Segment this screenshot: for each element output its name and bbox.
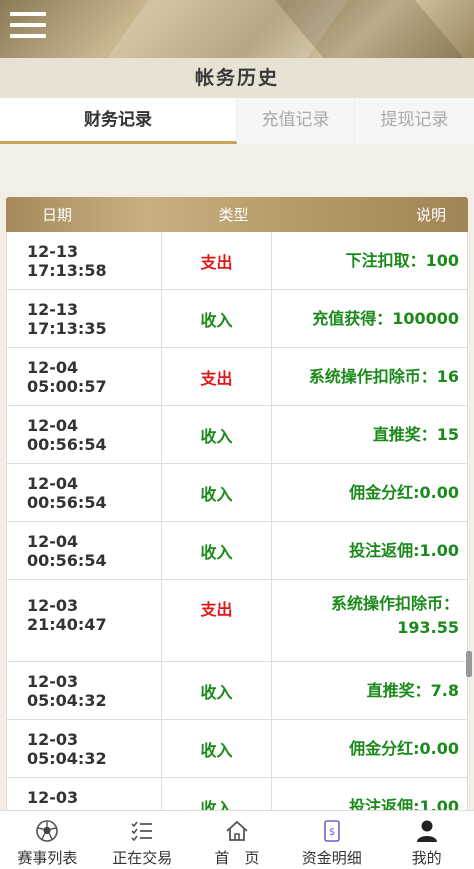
- table-row: 12-13 17:13:35 收入 充值获得：100000: [7, 290, 467, 348]
- nav-label: 我的: [411, 849, 442, 867]
- menu-icon[interactable]: [10, 12, 46, 44]
- record-type: 收入: [162, 464, 272, 521]
- nav-profile[interactable]: 我的: [379, 811, 474, 869]
- tab-recharge-records[interactable]: 充值记录: [237, 98, 355, 144]
- table-row: 12-04 00:56:54 收入 佣金分红:0.00: [7, 464, 467, 522]
- record-date: 12-04 00:56:54: [7, 464, 162, 521]
- tab-bar: 财务记录 充值记录 提现记录: [0, 98, 474, 144]
- record-description: 投注返佣:1.00: [349, 796, 459, 811]
- page-title: 帐务历史: [0, 58, 474, 98]
- record-type: 收入: [162, 720, 272, 777]
- record-type: 支出: [162, 232, 272, 289]
- wallet-icon: $: [319, 819, 345, 843]
- table-row: 12-03 21:40:47 支出 系统操作扣除币：193.55: [7, 580, 467, 662]
- record-date: 12-13 17:13:58: [7, 232, 162, 289]
- svg-text:$: $: [329, 827, 335, 838]
- record-type: 收入: [162, 522, 272, 579]
- nav-label: 正在交易: [112, 849, 173, 867]
- nav-label: 首 页: [214, 849, 260, 867]
- record-type: 支出: [162, 348, 272, 405]
- table-row: 12-04 05:00:57 支出 系统操作扣除币：16: [7, 348, 467, 406]
- soccer-ball-icon: [34, 819, 60, 843]
- record-description: 直推奖：7.8: [366, 680, 459, 700]
- scrollbar[interactable]: [466, 651, 472, 677]
- record-description: 投注返佣:1.00: [349, 540, 459, 560]
- table-row: 12-04 00:56:54 收入 直推奖：15: [7, 406, 467, 464]
- record-type: 收入: [162, 778, 272, 810]
- record-description: 佣金分红:0.00: [349, 482, 459, 502]
- records-table[interactable]: 12-13 17:13:58 支出 下注扣取：100 12-13 17:13:35 收入…: [6, 232, 468, 810]
- record-description: 系统操作扣除币：193.55: [330, 594, 459, 637]
- nav-label: 赛事列表: [17, 849, 78, 867]
- tab-finance-records[interactable]: 财务记录: [0, 98, 237, 144]
- column-header-description: 说明: [415, 206, 446, 224]
- tab-withdraw-records[interactable]: 提现记录: [355, 98, 474, 144]
- table-row: 12-03 05:04:32收入投注返佣:1.00: [7, 778, 467, 810]
- table-row: 12-03 05:04:32 收入 直推奖：7.8: [7, 662, 467, 720]
- nav-home[interactable]: 首 页: [190, 811, 285, 869]
- record-date: 12-04 05:00:57: [7, 348, 162, 405]
- checklist-icon: [129, 819, 155, 843]
- record-description: 佣金分红:0.00: [349, 738, 459, 758]
- user-icon: [414, 819, 440, 843]
- nav-fund-details[interactable]: $ 资金明细: [284, 811, 379, 869]
- record-type: 支出: [162, 580, 272, 661]
- record-description: 直推奖：15: [372, 424, 459, 444]
- record-description: 充值获得：100000: [312, 308, 459, 328]
- record-date: 12-03 05:04:32: [7, 662, 162, 719]
- record-date: 12-03 21:40:47: [7, 580, 162, 661]
- record-type: 收入: [162, 406, 272, 463]
- record-date: 12-04 00:56:54: [7, 522, 162, 579]
- column-header-date: 日期: [42, 206, 73, 224]
- record-date: 12-04 00:56:54: [7, 406, 162, 463]
- column-header-type: 类型: [218, 206, 249, 224]
- table-row: 12-04 00:56:54 收入 投注返佣:1.00: [7, 522, 467, 580]
- home-icon: [224, 819, 250, 843]
- record-type: 收入: [162, 290, 272, 347]
- record-description: 系统操作扣除币：16: [308, 366, 459, 386]
- record-description: 下注扣取：100: [345, 250, 459, 270]
- table-row: 12-13 17:13:58 支出 下注扣取：100: [7, 232, 467, 290]
- record-date: 12-03 05:04:32: [7, 720, 162, 777]
- record-date: 12-13 17:13:35: [7, 290, 162, 347]
- nav-label: 资金明细: [301, 849, 362, 867]
- record-date: 12-03 05:04:32: [7, 778, 162, 810]
- nav-match-list[interactable]: 赛事列表: [0, 811, 95, 869]
- bottom-nav: 赛事列表 正在交易 首 页 $ 资金明细 我的: [0, 810, 474, 869]
- top-banner: [0, 0, 474, 58]
- table-row: 12-03 05:04:32 收入 佣金分红:0.00: [7, 720, 467, 778]
- nav-trading[interactable]: 正在交易: [95, 811, 190, 869]
- record-type: 收入: [162, 662, 272, 719]
- table-header: 日期 类型 说明: [6, 197, 468, 232]
